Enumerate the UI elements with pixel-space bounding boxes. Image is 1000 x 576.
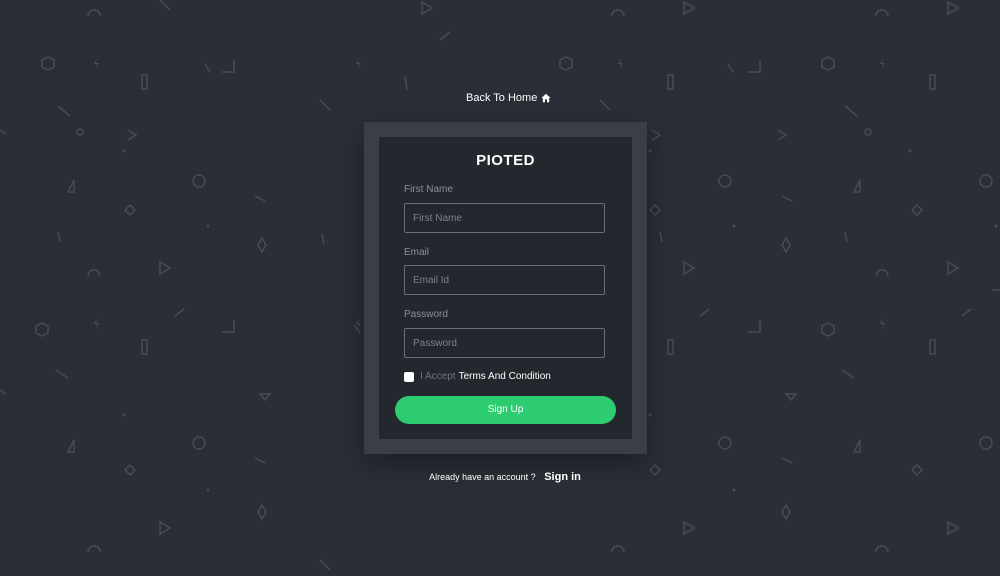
signin-prompt: Already have an account ? Sign in: [0, 471, 1000, 483]
first-name-input[interactable]: [404, 203, 605, 233]
terms-checkbox[interactable]: [404, 371, 414, 382]
terms-row: I Accept Terms And Condition: [404, 371, 551, 382]
signin-link[interactable]: Sign in: [544, 471, 581, 483]
password-label: Password: [404, 309, 448, 320]
email-input[interactable]: [404, 265, 605, 295]
accept-text: I Accept: [420, 371, 456, 382]
account-question: Already have an account ?: [429, 472, 536, 482]
terms-link[interactable]: Terms And Condition: [459, 371, 551, 382]
first-name-label: First Name: [404, 184, 453, 195]
password-input[interactable]: [404, 328, 605, 358]
back-to-home-label: Back To Home: [466, 92, 538, 104]
signup-card: PIOTED First Name Email Password I Accep…: [379, 137, 632, 439]
back-to-home-link[interactable]: Back To Home: [466, 92, 551, 104]
signup-card-frame: PIOTED First Name Email Password I Accep…: [364, 122, 647, 454]
home-icon: [541, 93, 551, 103]
email-label: Email: [404, 247, 430, 258]
signup-button[interactable]: Sign Up: [395, 396, 616, 424]
logo: PIOTED: [476, 152, 535, 169]
